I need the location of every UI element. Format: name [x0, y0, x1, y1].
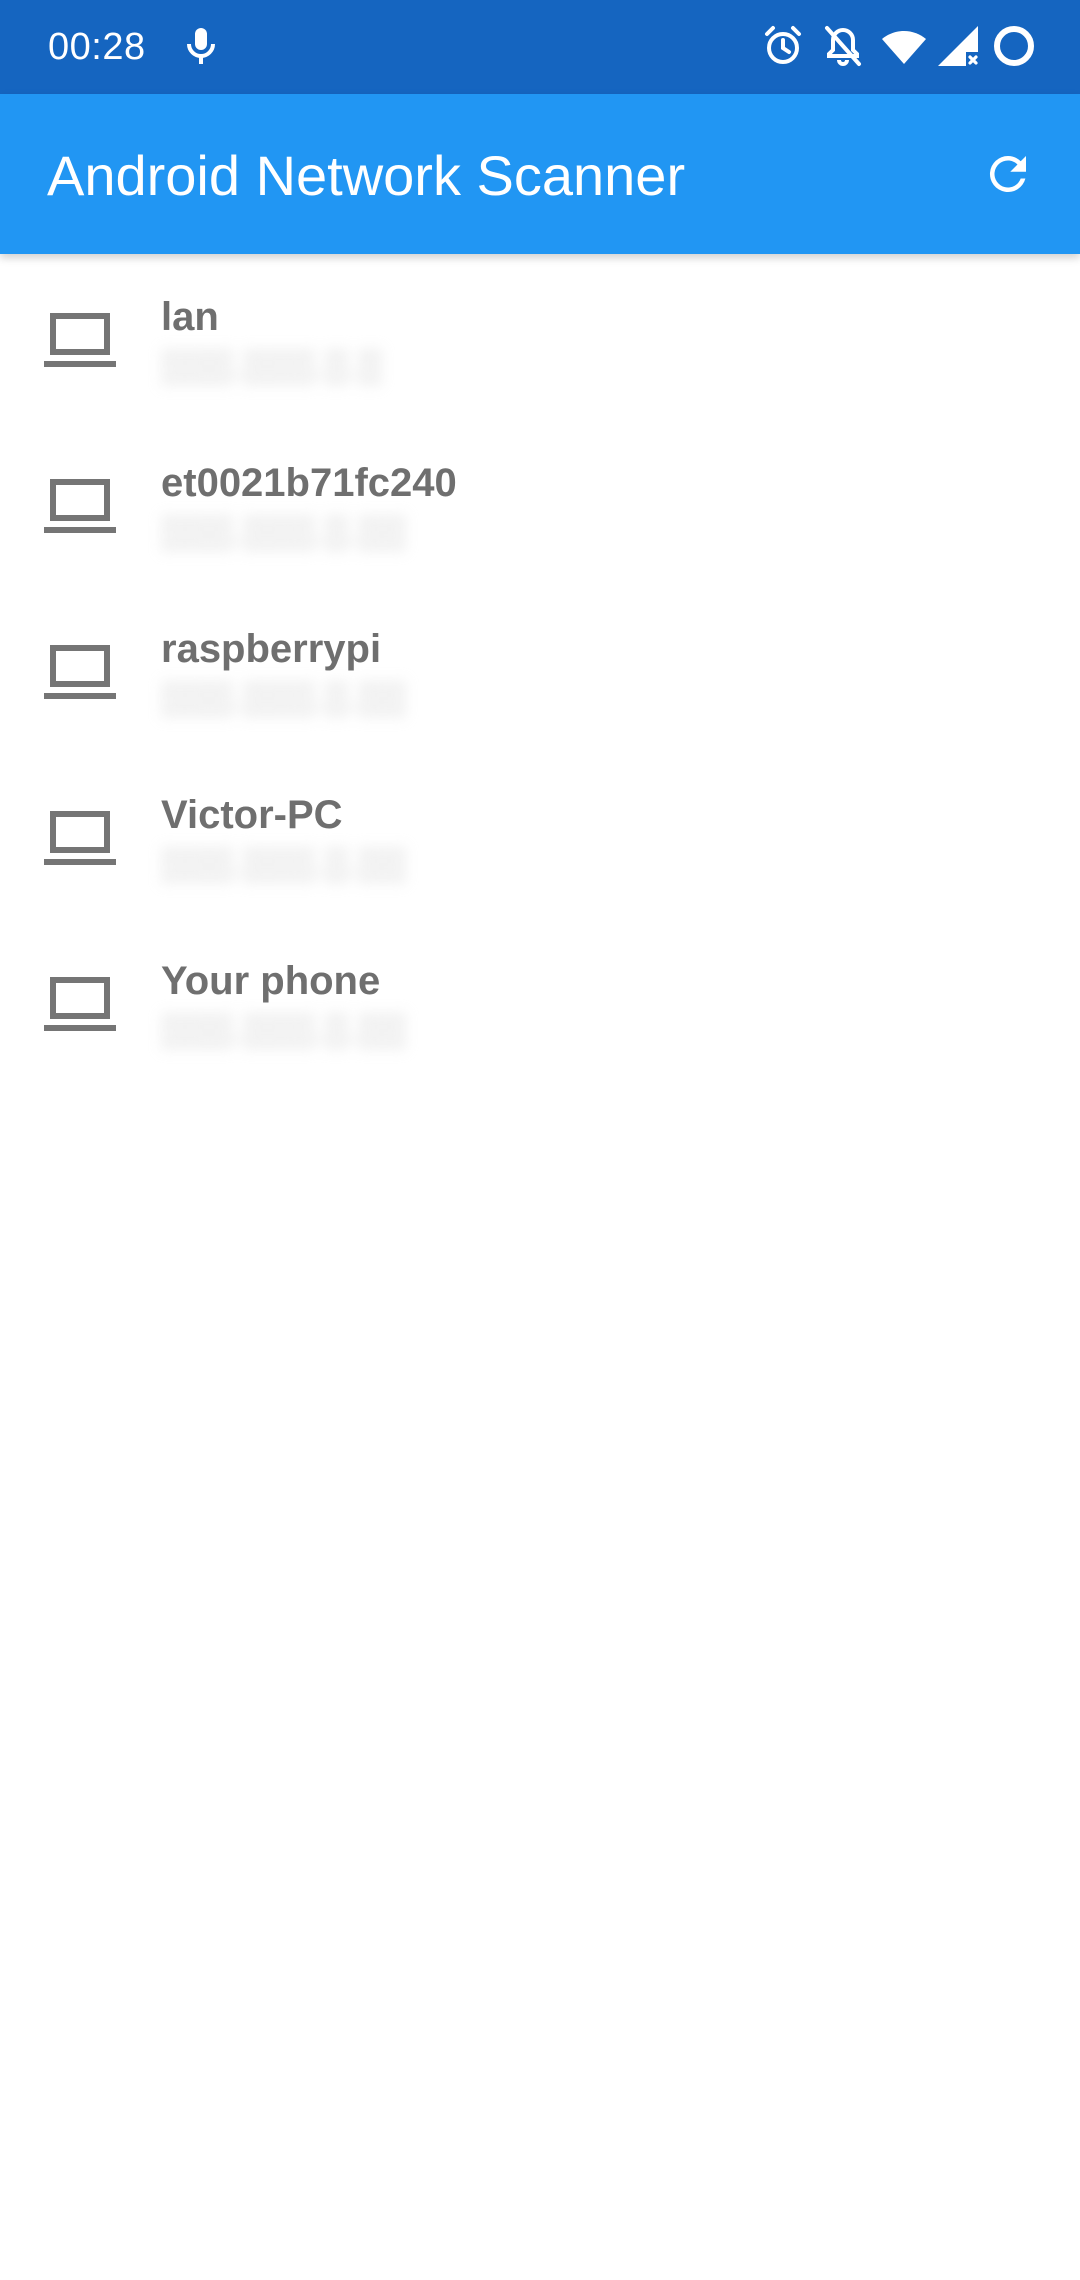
refresh-button[interactable] — [960, 126, 1056, 222]
list-item[interactable]: lan ▒▒▒.▒▒▒.▒.▒ — [0, 254, 1080, 420]
app-title: Android Network Scanner — [47, 144, 686, 207]
device-name: et0021b71fc240 — [161, 461, 457, 505]
laptop-icon — [44, 977, 116, 1031]
device-name: raspberrypi — [161, 627, 382, 671]
device-name: lan — [161, 295, 219, 339]
device-address: ▒▒▒.▒▒▒.▒.▒ — [161, 347, 383, 385]
battery-ring-icon — [994, 26, 1034, 66]
laptop-icon — [44, 313, 116, 367]
list-item[interactable]: Your phone ▒▒▒.▒▒▒.▒.▒▒ — [0, 918, 1080, 1084]
laptop-icon — [44, 645, 116, 699]
device-address: ▒▒▒.▒▒▒.▒.▒▒ — [161, 679, 407, 717]
notifications-off-icon — [825, 26, 861, 66]
app-bar: Android Network Scanner — [0, 94, 1080, 254]
device-name: Your phone — [161, 959, 381, 1003]
device-name: Victor-PC — [161, 793, 343, 837]
device-address: ▒▒▒.▒▒▒.▒.▒▒ — [161, 513, 407, 551]
laptop-icon — [44, 811, 116, 865]
laptop-icon — [44, 479, 116, 533]
list-item[interactable]: raspberrypi ▒▒▒.▒▒▒.▒.▒▒ — [0, 586, 1080, 752]
list-item[interactable]: Victor-PC ▒▒▒.▒▒▒.▒.▒▒ — [0, 752, 1080, 918]
wifi-icon — [882, 31, 926, 64]
alarm-icon — [765, 26, 801, 64]
refresh-icon — [989, 155, 1026, 192]
list-item[interactable]: et0021b71fc240 ▒▒▒.▒▒▒.▒.▒▒ — [0, 420, 1080, 586]
device-address: ▒▒▒.▒▒▒.▒.▒▒ — [161, 1011, 407, 1049]
mic-icon — [187, 28, 215, 64]
cellular-signal-icon — [938, 26, 978, 66]
device-address: ▒▒▒.▒▒▒.▒.▒▒ — [161, 845, 407, 883]
device-list: lan ▒▒▒.▒▒▒.▒.▒ et0021b71fc240 ▒▒▒.▒▒▒.▒… — [0, 254, 1080, 1084]
status-time: 00:28 — [48, 26, 146, 68]
status-bar: 00:28 — [0, 0, 1080, 94]
